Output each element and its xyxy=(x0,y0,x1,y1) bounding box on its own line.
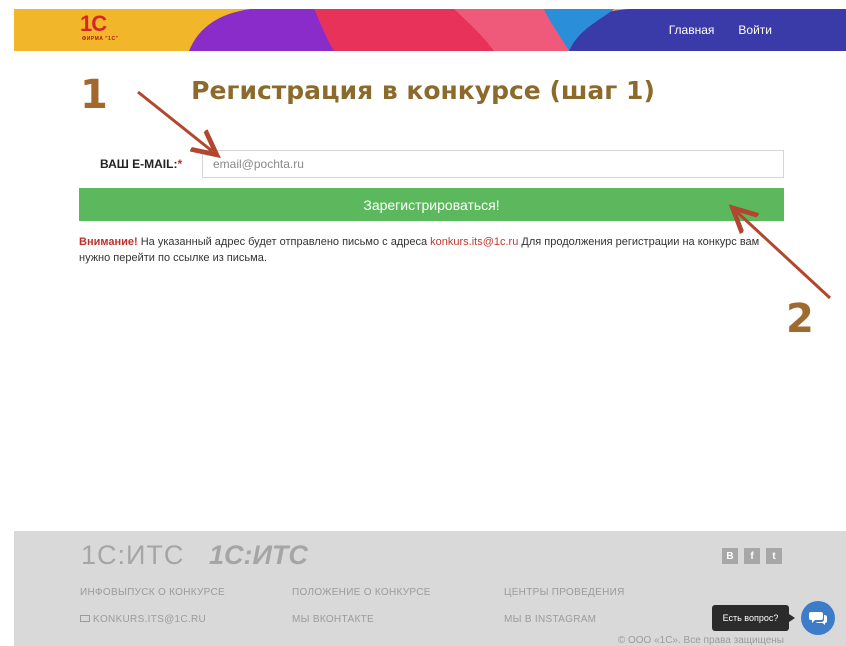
footer-brand-logo[interactable]: 1С:ИТС xyxy=(209,540,308,571)
email-label: ВАШ E-MAIL:* xyxy=(100,157,182,171)
chat-tooltip: Есть вопрос? xyxy=(712,605,795,631)
register-button[interactable]: Зарегистрироваться! xyxy=(79,188,784,221)
envelope-icon xyxy=(80,614,90,622)
footer-link-rules[interactable]: Положение о конкурсе xyxy=(292,587,431,598)
vk-icon[interactable]: В xyxy=(722,548,738,564)
required-marker: * xyxy=(177,157,183,171)
notice-body-start: На указанный адрес будет отправлено пись… xyxy=(137,236,431,248)
footer-email[interactable]: konkurs.its@1c.ru xyxy=(80,614,206,625)
header-banner: 1С ФИРМА "1С" Главная Войти xyxy=(14,9,846,51)
footer-link-vk[interactable]: Мы ВКонтакте xyxy=(292,614,374,625)
footer-link-instagram[interactable]: Мы в Instagram xyxy=(504,614,596,625)
email-label-text: ВАШ E-MAIL: xyxy=(100,157,178,171)
nav-home-link[interactable]: Главная xyxy=(669,23,715,37)
facebook-icon[interactable]: f xyxy=(744,548,760,564)
email-input[interactable] xyxy=(202,150,784,178)
chat-button[interactable] xyxy=(801,601,835,635)
chat-icon xyxy=(809,612,827,625)
footer-link-centers[interactable]: Центры проведения xyxy=(504,587,625,598)
notice-text: Внимание! На указанный адрес будет отпра… xyxy=(79,234,784,266)
nav-login-link[interactable]: Войти xyxy=(738,23,772,37)
notice-warning: Внимание! xyxy=(79,236,138,248)
copyright: © ООО «1С». Все права защищены xyxy=(617,635,784,646)
annotation-step-2: 2 xyxy=(786,296,814,342)
page-title: Регистрация в конкурсе (шаг 1) xyxy=(191,76,655,105)
twitter-icon[interactable]: t xyxy=(766,548,782,564)
social-links: В f t xyxy=(722,548,782,564)
notice-email-link[interactable]: konkurs.its@1c.ru xyxy=(430,236,518,248)
footer-link-info[interactable]: Инфовыпуск о конкурсе xyxy=(80,587,225,598)
logo-subtitle: ФИРМА "1С" xyxy=(82,36,119,42)
top-nav: Главная Войти xyxy=(669,23,772,37)
footer-brand-text: 1С:ИТС xyxy=(81,540,185,570)
logo-1c[interactable]: 1С ФИРМА "1С" xyxy=(80,13,142,47)
footer-email-text: konkurs.its@1c.ru xyxy=(93,614,207,625)
logo-mark: 1С xyxy=(80,11,107,36)
